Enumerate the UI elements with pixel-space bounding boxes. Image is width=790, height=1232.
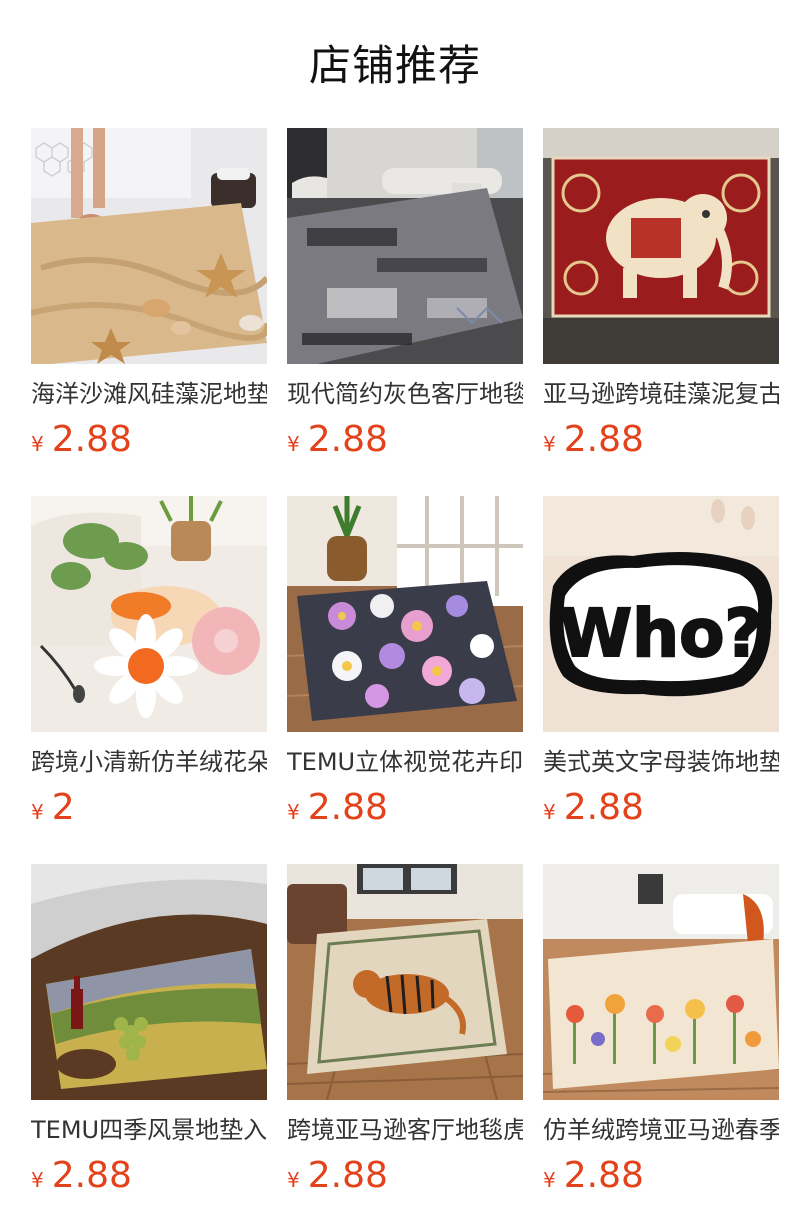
product-price: ¥2.88	[31, 1156, 267, 1202]
elephant-mat-image	[543, 128, 779, 364]
price-value: 2.88	[51, 1155, 132, 1196]
product-price: ¥2.88	[287, 420, 523, 466]
price-value: 2	[51, 787, 75, 828]
product-name[interactable]: 仿羊绒跨境亚马逊春季	[543, 1114, 779, 1146]
product-card[interactable]: 跨境亚马逊客厅地毯虎 ¥2.88	[287, 864, 523, 1202]
who-letter-mat-image: Who?	[543, 496, 779, 732]
currency-symbol: ¥	[287, 800, 300, 824]
section-title: 店铺推荐	[308, 41, 481, 90]
product-image[interactable]	[543, 128, 779, 364]
currency-symbol: ¥	[543, 1168, 556, 1192]
product-name[interactable]: 跨境亚马逊客厅地毯虎	[287, 1114, 523, 1146]
currency-symbol: ¥	[31, 432, 44, 456]
svg-text:Who?: Who?	[559, 595, 762, 672]
product-name[interactable]: 跨境小清新仿羊绒花朵	[31, 746, 267, 778]
price-value: 2.88	[563, 1155, 644, 1196]
product-price: ¥2	[31, 788, 267, 834]
product-price: ¥2.88	[31, 420, 267, 466]
tiger-rug-image	[287, 864, 523, 1100]
product-image[interactable]: Who?	[543, 496, 779, 732]
price-value: 2.88	[563, 419, 644, 460]
currency-symbol: ¥	[543, 432, 556, 456]
currency-symbol: ¥	[287, 432, 300, 456]
currency-symbol: ¥	[31, 800, 44, 824]
product-image[interactable]	[31, 128, 267, 364]
price-value: 2.88	[563, 787, 644, 828]
product-price: ¥2.88	[287, 1156, 523, 1202]
product-card[interactable]: Who? 美式英文字母装饰地垫 ¥2.88	[543, 496, 779, 834]
product-name[interactable]: 亚马逊跨境硅藻泥复古	[543, 378, 779, 410]
product-card[interactable]: 亚马逊跨境硅藻泥复古 ¥2.88	[543, 128, 779, 466]
product-price: ¥2.88	[543, 1156, 779, 1202]
product-image[interactable]	[31, 864, 267, 1100]
product-name[interactable]: TEMU四季风景地垫入户	[31, 1114, 267, 1146]
product-name[interactable]: 现代简约灰色客厅地毯	[287, 378, 523, 410]
product-card[interactable]: 跨境小清新仿羊绒花朵 ¥2	[31, 496, 267, 834]
currency-symbol: ¥	[543, 800, 556, 824]
currency-symbol: ¥	[31, 1168, 44, 1192]
gray-abstract-rug-image	[287, 128, 523, 364]
product-price: ¥2.88	[543, 788, 779, 834]
vineyard-landscape-mat-image	[31, 864, 267, 1100]
price-value: 2.88	[307, 1155, 388, 1196]
spring-floral-rug-image	[543, 864, 779, 1100]
price-value: 2.88	[51, 419, 132, 460]
price-value: 2.88	[307, 787, 388, 828]
daisy-floral-mat-image	[287, 496, 523, 732]
store-recommendations: 店铺推荐 海洋沙滩风硅藻泥地垫 ¥ 2.88 现代简约灰色客厅地毯 ¥ 2.88…	[0, 0, 790, 1232]
price-value: 2.88	[307, 419, 388, 460]
product-image[interactable]	[543, 864, 779, 1100]
product-image[interactable]	[287, 128, 523, 364]
beach-sand-mat-image	[31, 128, 267, 364]
product-name[interactable]: TEMU立体视觉花卉印花	[287, 746, 523, 778]
product-image[interactable]	[287, 864, 523, 1100]
product-card[interactable]: 海洋沙滩风硅藻泥地垫 ¥2.88	[31, 128, 267, 466]
product-card[interactable]: 现代简约灰色客厅地毯 ¥2.88	[287, 128, 523, 466]
product-price: ¥2.88	[287, 788, 523, 834]
currency-symbol: ¥	[287, 1168, 300, 1192]
product-price: ¥2.88	[543, 420, 779, 466]
product-name[interactable]: 海洋沙滩风硅藻泥地垫	[31, 378, 267, 410]
product-card[interactable]: 仿羊绒跨境亚马逊春季 ¥2.88	[543, 864, 779, 1202]
product-name[interactable]: 美式英文字母装饰地垫	[543, 746, 779, 778]
product-image[interactable]	[287, 496, 523, 732]
flower-bath-mats-image	[31, 496, 267, 732]
product-card[interactable]: TEMU立体视觉花卉印花 ¥2.88	[287, 496, 523, 834]
product-image[interactable]	[31, 496, 267, 732]
product-card[interactable]: TEMU四季风景地垫入户 ¥2.88	[31, 864, 267, 1202]
